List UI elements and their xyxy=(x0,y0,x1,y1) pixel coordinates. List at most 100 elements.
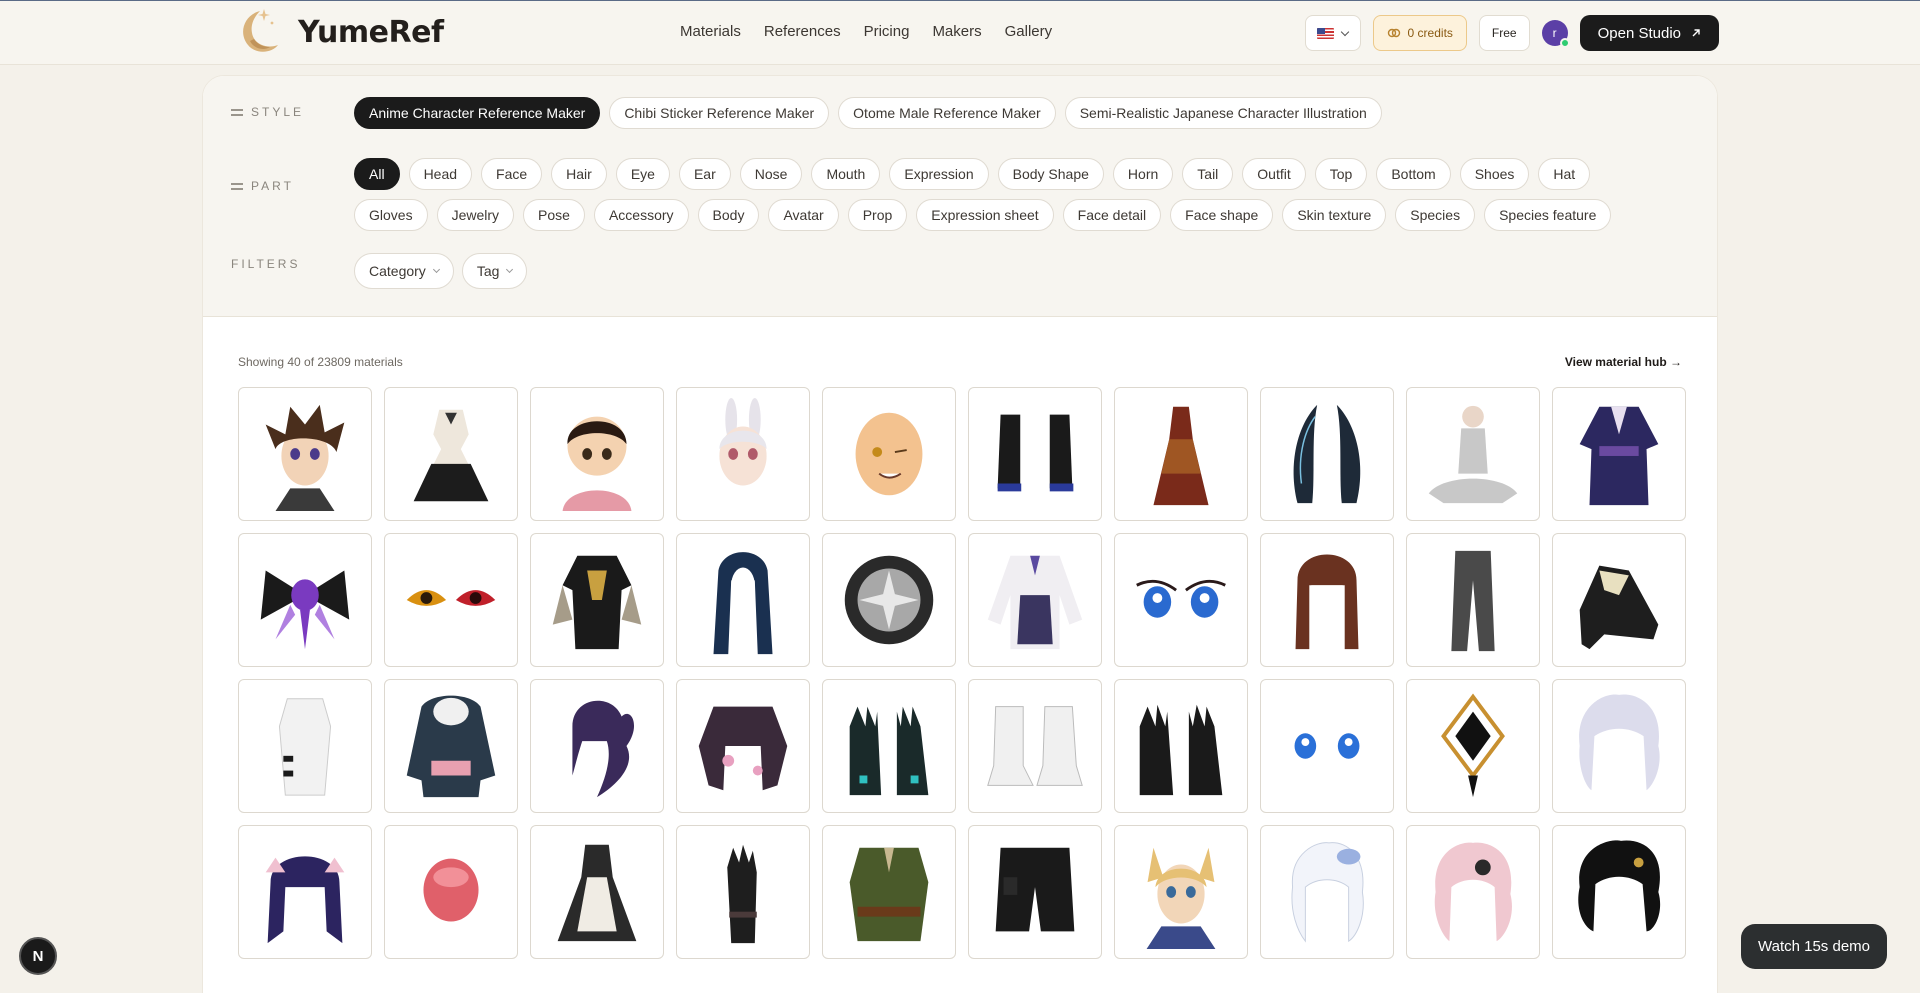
material-card-anime-eyes-gold-red[interactable] xyxy=(384,533,518,667)
part-chip-hat[interactable]: Hat xyxy=(1538,158,1591,190)
style-label-text: STYLE xyxy=(251,105,305,119)
part-chip-gloves[interactable]: Gloves xyxy=(354,199,428,231)
white-qipao-top-thumbnail xyxy=(278,698,332,796)
material-card-teal-gloves[interactable] xyxy=(822,679,956,813)
credits-button[interactable]: 0 credits xyxy=(1372,15,1467,51)
material-card-gothic-dress[interactable] xyxy=(384,387,518,521)
nav-materials[interactable]: Materials xyxy=(680,23,741,40)
part-chip-face-detail[interactable]: Face detail xyxy=(1062,199,1162,231)
style-chip-otome[interactable]: Otome Male Reference Maker xyxy=(838,97,1056,129)
material-card-white-corset-blouse[interactable] xyxy=(968,533,1102,667)
material-card-black-gauntlet[interactable] xyxy=(676,825,810,959)
nav-references[interactable]: References xyxy=(764,23,841,40)
user-avatar[interactable]: r xyxy=(1541,20,1570,48)
style-chip-chibi[interactable]: Chibi Sticker Reference Maker xyxy=(609,97,830,129)
part-chip-top[interactable]: Top xyxy=(1314,158,1368,190)
material-card-black-frill-shoe[interactable] xyxy=(1552,533,1686,667)
part-chip-bottom[interactable]: Bottom xyxy=(1376,158,1451,190)
material-card-black-heels[interactable] xyxy=(968,387,1102,521)
dark-horns-thumbnail xyxy=(1293,404,1361,504)
arrow-up-right-icon xyxy=(1692,29,1700,37)
style-chip-semi-realistic[interactable]: Semi-Realistic Japanese Character Illust… xyxy=(1064,97,1382,129)
material-card-white-boots[interactable] xyxy=(968,679,1102,813)
material-card-white-lace-hair[interactable] xyxy=(1260,825,1394,959)
material-card-red-egg[interactable] xyxy=(384,825,518,959)
penguin-hoodie-thumbnail xyxy=(406,695,496,798)
style-chip-anime[interactable]: Anime Character Reference Maker xyxy=(354,97,601,129)
material-card-silver-hair[interactable] xyxy=(1552,679,1686,813)
material-card-purple-kimono[interactable] xyxy=(1552,387,1686,521)
material-card-dark-horns[interactable] xyxy=(1260,387,1394,521)
material-card-black-curly-hair[interactable] xyxy=(1552,825,1686,959)
material-card-purple-ponytail[interactable] xyxy=(530,679,664,813)
nav-makers[interactable]: Makers xyxy=(932,23,981,40)
part-chip-body[interactable]: Body xyxy=(697,199,760,231)
material-card-chibi-boy-hoodie[interactable] xyxy=(530,387,664,521)
open-studio-label: Open Studio xyxy=(1597,24,1681,42)
part-chip-ear[interactable]: Ear xyxy=(678,158,731,190)
part-chip-all[interactable]: All xyxy=(354,158,400,190)
category-dropdown[interactable]: Category xyxy=(354,253,454,289)
part-chip-species[interactable]: Species xyxy=(1395,199,1476,231)
part-chip-expression-sheet[interactable]: Expression sheet xyxy=(916,199,1054,231)
part-chip-eye[interactable]: Eye xyxy=(615,158,670,190)
n-badge-button[interactable]: N xyxy=(19,937,57,975)
open-studio-button[interactable]: Open Studio xyxy=(1579,15,1719,51)
material-card-long-blue-hair[interactable] xyxy=(676,533,810,667)
material-card-gold-pendant[interactable] xyxy=(1406,679,1540,813)
tag-dropdown[interactable]: Tag xyxy=(461,253,528,289)
part-chip-tail[interactable]: Tail xyxy=(1182,158,1234,190)
material-card-silver-ring[interactable] xyxy=(822,533,956,667)
part-chip-hair[interactable]: Hair xyxy=(551,158,607,190)
material-card-penguin-hoodie[interactable] xyxy=(384,679,518,813)
nav-pricing[interactable]: Pricing xyxy=(864,23,910,40)
material-card-blue-eyes[interactable] xyxy=(1114,533,1248,667)
material-card-portrait-brown-hair[interactable] xyxy=(238,387,372,521)
part-chip-body-shape[interactable]: Body Shape xyxy=(997,158,1104,190)
material-card-purple-bow-brooch[interactable] xyxy=(238,533,372,667)
part-chip-face-shape[interactable]: Face shape xyxy=(1170,199,1274,231)
view-material-hub-link[interactable]: View material hub → xyxy=(1565,355,1682,369)
material-card-meditating-mannequin[interactable] xyxy=(1406,387,1540,521)
material-card-brown-bob-hair[interactable] xyxy=(1260,533,1394,667)
moon-fox-logo-icon xyxy=(243,9,278,52)
material-card-purple-twin-hair[interactable] xyxy=(238,825,372,959)
online-status-dot xyxy=(1559,38,1570,48)
plan-badge[interactable]: Free xyxy=(1478,15,1530,51)
material-card-black-gold-top[interactable] xyxy=(530,533,664,667)
blue-eyes-thumbnail xyxy=(1136,579,1226,618)
material-card-blue-eyes-small[interactable] xyxy=(1260,679,1394,813)
material-card-red-gown[interactable] xyxy=(1114,387,1248,521)
material-card-black-gloves[interactable] xyxy=(1114,679,1248,813)
part-chip-face[interactable]: Face xyxy=(481,158,543,190)
brand-logo[interactable]: YumeRef xyxy=(230,5,444,59)
part-chip-jewelry[interactable]: Jewelry xyxy=(436,199,515,231)
material-card-grey-trousers[interactable] xyxy=(1406,533,1540,667)
part-chip-prop[interactable]: Prop xyxy=(847,199,908,231)
part-chip-accessory[interactable]: Accessory xyxy=(593,199,689,231)
material-card-bunny-ear-boy[interactable] xyxy=(676,387,810,521)
gothic-dress-thumbnail xyxy=(413,409,489,502)
material-card-white-qipao-top[interactable] xyxy=(238,679,372,813)
language-selector[interactable] xyxy=(1304,15,1361,51)
nav-gallery[interactable]: Gallery xyxy=(1005,23,1053,40)
part-chip-avatar[interactable]: Avatar xyxy=(768,199,839,231)
material-card-bald-face-wink[interactable] xyxy=(822,387,956,521)
part-chip-mouth[interactable]: Mouth xyxy=(811,158,881,190)
watch-demo-button[interactable]: Watch 15s demo xyxy=(1741,924,1887,969)
material-card-green-vest[interactable] xyxy=(822,825,956,959)
material-card-floral-jacket[interactable] xyxy=(676,679,810,813)
material-card-black-cargo-shorts[interactable] xyxy=(968,825,1102,959)
part-chip-head[interactable]: Head xyxy=(408,158,473,190)
part-chip-shoes[interactable]: Shoes xyxy=(1459,158,1530,190)
part-chip-outfit[interactable]: Outfit xyxy=(1242,158,1306,190)
part-chip-species-feature[interactable]: Species feature xyxy=(1484,199,1612,231)
part-chip-horn[interactable]: Horn xyxy=(1112,158,1174,190)
part-chip-pose[interactable]: Pose xyxy=(523,199,585,231)
material-card-maid-dress[interactable] xyxy=(530,825,664,959)
material-card-pink-hair[interactable] xyxy=(1406,825,1540,959)
part-chip-expression[interactable]: Expression xyxy=(889,158,989,190)
part-chip-skin-texture[interactable]: Skin texture xyxy=(1282,199,1387,231)
material-card-fox-ear-man[interactable] xyxy=(1114,825,1248,959)
part-chip-nose[interactable]: Nose xyxy=(739,158,803,190)
